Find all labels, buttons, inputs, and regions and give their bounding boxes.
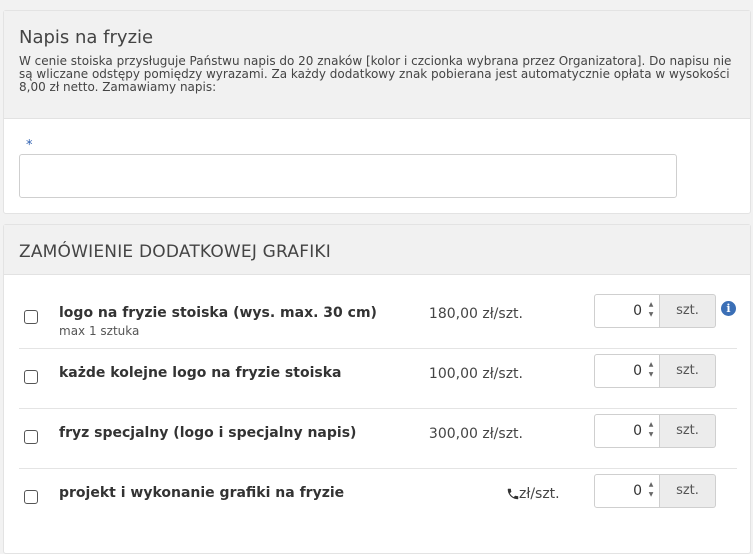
fryz-text-panel-header: Napis na fryzie W cenie stoiska przysług… — [4, 11, 750, 119]
graphics-item-row: fryz specjalny (logo i specjalny napis) … — [19, 409, 737, 469]
quantity-unit-addon: szt. — [660, 294, 716, 328]
item-checkbox[interactable] — [24, 370, 38, 384]
quantity-input[interactable]: 0 ▲ ▼ — [594, 414, 660, 448]
quantity-unit-addon: szt. — [660, 414, 716, 448]
graphics-item-row: projekt i wykonanie grafiki na fryzie zł… — [19, 469, 737, 529]
quantity-unit-addon: szt. — [660, 354, 716, 388]
required-mark: * — [26, 138, 33, 153]
graphics-order-panel: ZAMÓWIENIE DODATKOWEJ GRAFIKI logo na fr… — [3, 224, 751, 554]
item-label: projekt i wykonanie grafiki na fryzie — [59, 485, 345, 501]
item-price: 180,00 zł/szt. — [429, 306, 523, 322]
fryz-text-input[interactable] — [19, 154, 677, 198]
price-unit: zł/szt. — [519, 486, 560, 502]
quantity-value: 0 — [633, 483, 642, 499]
graphics-order-title: ZAMÓWIENIE DODATKOWEJ GRAFIKI — [19, 242, 331, 262]
phone-icon[interactable] — [506, 487, 520, 501]
item-checkbox[interactable] — [24, 310, 38, 324]
item-label: logo na fryzie stoiska (wys. max. 30 cm) — [59, 305, 377, 321]
item-label: każde kolejne logo na fryzie stoiska — [59, 365, 342, 381]
spinner-arrows-icon[interactable]: ▲ ▼ — [647, 480, 655, 502]
graphics-order-header: ZAMÓWIENIE DODATKOWEJ GRAFIKI — [4, 225, 750, 275]
item-checkbox[interactable] — [24, 430, 38, 444]
spinner-arrows-icon[interactable]: ▲ ▼ — [647, 300, 655, 322]
price-value: 180,00 — [428, 306, 478, 322]
item-checkbox[interactable] — [24, 490, 38, 504]
info-icon[interactable]: i — [721, 301, 736, 316]
quantity-input[interactable]: 0 ▲ ▼ — [594, 354, 660, 388]
graphics-item-row: każde kolejne logo na fryzie stoiska 100… — [19, 349, 737, 409]
quantity-value: 0 — [633, 303, 642, 319]
price-unit: zł/szt. — [482, 426, 523, 442]
item-label: fryz specjalny (logo i specjalny napis) — [59, 425, 357, 441]
fryz-text-panel: Napis na fryzie W cenie stoiska przysług… — [3, 10, 751, 214]
quantity-input[interactable]: 0 ▲ ▼ — [594, 474, 660, 508]
item-price: 300,00 zł/szt. — [429, 426, 523, 442]
fryz-text-title: Napis na fryzie — [19, 27, 154, 48]
graphics-item-row: logo na fryzie stoiska (wys. max. 30 cm)… — [19, 289, 737, 349]
quantity-input[interactable]: 0 ▲ ▼ — [594, 294, 660, 328]
price-value: 100,00 — [428, 366, 478, 382]
item-price: 100,00 zł/szt. — [429, 366, 523, 382]
item-sublabel: max 1 sztuka — [59, 324, 140, 338]
fryz-text-description: W cenie stoiska przysługuje Państwu napi… — [19, 54, 732, 94]
quantity-value: 0 — [633, 423, 642, 439]
price-unit: zł/szt. — [482, 306, 523, 322]
quantity-value: 0 — [633, 363, 642, 379]
price-value: 300,00 — [428, 426, 478, 442]
price-unit: zł/szt. — [482, 366, 523, 382]
spinner-arrows-icon[interactable]: ▲ ▼ — [647, 420, 655, 442]
quantity-unit-addon: szt. — [660, 474, 716, 508]
spinner-arrows-icon[interactable]: ▲ ▼ — [647, 360, 655, 382]
